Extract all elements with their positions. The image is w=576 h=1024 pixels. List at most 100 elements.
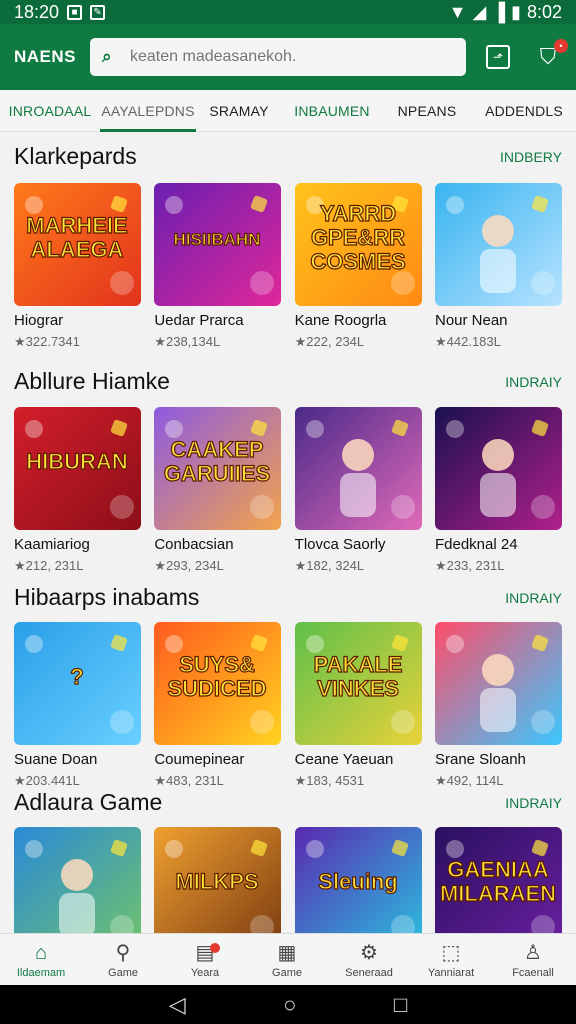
game-rating: ★293, 234L — [154, 558, 224, 573]
nav-box[interactable]: ⬚ Yanniarat — [410, 934, 492, 985]
thumbnail-art: HISIIBAHN — [154, 183, 282, 306]
game-card[interactable]: HIBURAN Kaamiariog ★212, 231L — [14, 407, 141, 574]
game-card[interactable]: YARRD GPE&RR COSMES Kane Roogrla ★222, 234L — [294, 183, 422, 350]
game-thumbnail[interactable] — [294, 407, 422, 530]
section-see-all-link[interactable]: INDBERY — [500, 149, 562, 165]
nav-label: Seneraad — [345, 966, 393, 979]
game-card[interactable]: SUYS& SUDICED Coumepinear ★483, 231L — [154, 622, 282, 789]
search-input[interactable] — [130, 48, 450, 66]
section-see-all-link[interactable]: INDRAIY — [505, 374, 562, 390]
svg-text:CAAKEP: CAAKEP — [171, 437, 264, 462]
game-thumbnail[interactable]: MILKPS — [154, 827, 282, 950]
svg-text:PAKALE: PAKALE — [313, 652, 402, 677]
game-thumbnail[interactable]: GAENIAA MILARAEN — [434, 827, 562, 950]
game-title: Nour Nean — [434, 312, 508, 329]
nav-search[interactable]: ⚲ Game — [82, 934, 164, 985]
game-thumbnail[interactable]: PAKALE VINKES — [294, 622, 422, 745]
game-card[interactable]: MILKPS — [154, 827, 282, 950]
square-action-button[interactable]: ⬏ — [486, 45, 510, 69]
svg-text:GAENIAA: GAENIAA — [447, 857, 549, 882]
box-icon: ⬚ — [441, 941, 461, 964]
game-card[interactable] — [14, 827, 141, 950]
nav-label: Yeara — [190, 966, 220, 979]
tab-5[interactable]: ADDENDLS — [472, 90, 576, 132]
game-thumbnail[interactable]: CAAKEP GARUIIES — [154, 407, 282, 530]
nav-chart[interactable]: ▤ Yeara — [164, 934, 246, 985]
game-thumbnail[interactable]: YARRD GPE&RR COSMES — [294, 183, 422, 306]
section-see-all-link[interactable]: INDRAIY — [505, 590, 562, 606]
thumbnail-art: YARRDGPE&RRCOSMES — [294, 183, 422, 306]
section-header: Klarkepards INDBERY — [14, 143, 562, 170]
tab-3[interactable]: INBAUMEN — [282, 90, 382, 132]
signal-icon: ◢ — [472, 1, 487, 22]
back-icon[interactable]: ◁ — [169, 992, 186, 1018]
game-thumbnail[interactable]: HISIIBAHN — [154, 183, 282, 306]
game-grid: ? Suane Doan ★203.441L SUYS& SUDICED Coumepin… — [14, 622, 562, 789]
svg-text:ALAEGA: ALAEGA — [31, 237, 124, 262]
game-thumbnail[interactable] — [14, 827, 141, 950]
search-bar[interactable]: ⌕ — [90, 38, 466, 76]
game-thumbnail[interactable] — [434, 622, 562, 745]
edit-icon: ⬏ — [492, 50, 504, 64]
thumbnail-art: CAAKEPGARUIIES — [154, 407, 282, 530]
game-card[interactable]: HISIIBAHN Uedar Prarca ★238,134L — [154, 183, 282, 350]
nav-home[interactable]: ⌂ Ildaemam — [0, 934, 82, 985]
game-card[interactable]: MARHEIE ALAEGA Hiograr ★322.7341 — [14, 183, 141, 350]
game-card[interactable]: PAKALE VINKES Ceane Yaeuan ★183, 4531 — [294, 622, 422, 789]
game-card[interactable]: Fdedknal 24 ★233, 231L — [434, 407, 562, 574]
category-tabs: INROADAAL AAYALEPDNS SRAMAY INBAUMEN NPE… — [0, 90, 576, 132]
tab-1[interactable]: AAYALEPDNS — [100, 90, 196, 132]
recents-icon[interactable]: □ — [394, 992, 407, 1018]
signal2-icon: ▐ — [492, 1, 506, 22]
nav-settings[interactable]: ⚙ Seneraad — [328, 934, 410, 985]
game-thumbnail[interactable] — [434, 407, 562, 530]
game-grid: MARHEIE ALAEGA Hiograr ★322.7341 HISIIBAHN Ue… — [14, 183, 562, 350]
svg-text:Sleuing: Sleuing — [318, 869, 397, 894]
game-rating: ★182, 324L — [294, 558, 365, 573]
game-rating: ★203.441L — [14, 773, 80, 788]
nav-profile[interactable]: ♙ Fcaenall — [492, 934, 574, 985]
game-card[interactable]: Srane Sloanh ★492, 114L — [434, 622, 562, 789]
game-thumbnail[interactable]: HIBURAN — [14, 407, 141, 530]
game-thumbnail[interactable]: Sleuing — [294, 827, 422, 950]
section-see-all-link[interactable]: INDRAIY — [505, 795, 562, 811]
game-title: Conbacsian — [154, 536, 234, 553]
status-bar: 18:20 ■ ✎ ▼ ◢ ▐ ▮ 8:02 — [0, 0, 576, 24]
nav-grid[interactable]: ▦ Game — [246, 934, 328, 985]
section-title: Hibaarps inabams — [14, 584, 200, 610]
thumbnail-art — [14, 827, 141, 950]
search-icon: ⌕ — [102, 47, 112, 66]
section-title: Klarkepards — [14, 143, 137, 169]
svg-text:HIBURAN: HIBURAN — [26, 449, 127, 474]
game-title: Ceane Yaeuan — [294, 751, 394, 768]
game-thumbnail[interactable]: MARHEIE ALAEGA — [14, 183, 141, 306]
tab-2[interactable]: SRAMAY — [196, 90, 282, 132]
game-rating: ★322.7341 — [14, 334, 80, 349]
game-thumbnail[interactable]: ? — [14, 622, 141, 745]
game-card[interactable]: Nour Nean ★442.183L — [434, 183, 562, 350]
thumbnail-art: ? — [14, 622, 141, 745]
clock: 18:20 — [14, 1, 60, 22]
game-grid: MILKPS Sleuing GAENIAA MILARAEN — [14, 827, 562, 950]
nav-label: Game — [272, 966, 302, 979]
game-card[interactable]: ? Suane Doan ★203.441L — [14, 622, 141, 789]
game-card[interactable]: CAAKEP GARUIIES Conbacsian ★293, 234L — [154, 407, 282, 574]
svg-text:SUDICED: SUDICED — [168, 676, 267, 701]
game-rating: ★222, 234L — [294, 334, 365, 349]
game-thumbnail[interactable] — [434, 183, 562, 306]
home-circle-icon[interactable]: ○ — [283, 992, 296, 1018]
tab-4[interactable]: NPEANS — [382, 90, 472, 132]
game-title: Hiograr — [14, 312, 64, 329]
thumbnail-art: SUYS&SUDICED — [154, 622, 282, 745]
game-rating: ★238,134L — [154, 334, 221, 349]
tab-0[interactable]: INROADAAL — [0, 90, 100, 132]
game-card[interactable]: Tlovca Saorly ★182, 324L — [294, 407, 422, 574]
game-card[interactable]: GAENIAA MILARAEN — [434, 827, 562, 950]
edit-notification-icon: ✎ — [90, 4, 106, 20]
cart-button[interactable]: ⛉ • — [536, 39, 568, 69]
game-thumbnail[interactable]: SUYS& SUDICED — [154, 622, 282, 745]
game-rating: ★442.183L — [434, 334, 501, 349]
thumbnail-art: GAENIAAMILARAEN — [434, 827, 562, 950]
game-card[interactable]: Sleuing — [294, 827, 422, 950]
chart-icon: ▤ — [196, 941, 221, 965]
